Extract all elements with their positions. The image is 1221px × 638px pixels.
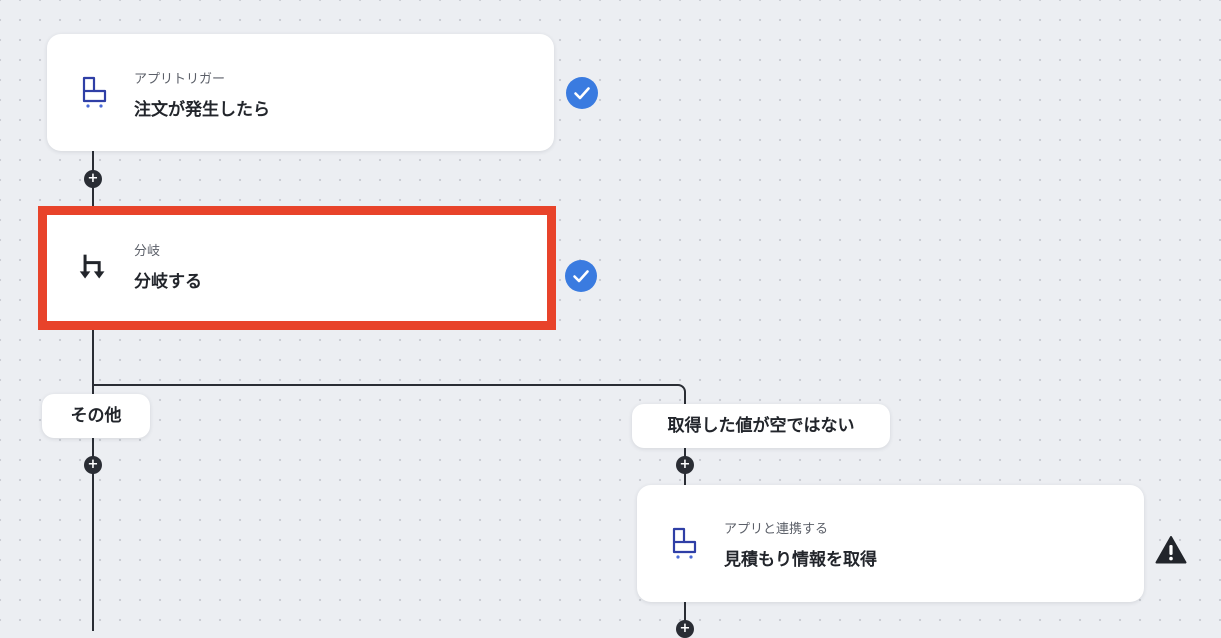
branch-status-check-badge — [565, 260, 597, 292]
plus-icon: + — [679, 621, 691, 636]
branch-label-other[interactable]: その他 — [42, 394, 150, 438]
action-step-card[interactable]: アプリと連携する 見積もり情報を取得 — [637, 485, 1144, 602]
branch-step-kind: 分岐 — [134, 244, 161, 259]
plus-icon: + — [87, 457, 99, 472]
warning-icon — [1155, 536, 1187, 564]
connector-branch-horizontal — [92, 384, 676, 386]
branch-step-card[interactable]: 分岐 分岐する — [38, 206, 556, 330]
shopping-cart-icon — [82, 76, 107, 108]
branch-icon — [79, 254, 105, 279]
flow-canvas: アプリトリガー 注文が発生したら + 分岐 分岐する その他 取得した値が空では… — [0, 0, 1221, 638]
add-step-button-after-trigger[interactable]: + — [84, 170, 102, 188]
branch-step-title: 分岐する — [134, 272, 202, 292]
action-step-title: 見積もり情報を取得 — [724, 550, 877, 570]
action-step-kind: アプリと連携する — [724, 522, 829, 537]
add-step-button-other-branch[interactable]: + — [84, 456, 102, 474]
branch-label-value-not-empty[interactable]: 取得した値が空ではない — [632, 404, 890, 448]
plus-icon: + — [87, 171, 99, 186]
add-step-button-right-branch[interactable]: + — [676, 456, 694, 474]
add-step-button-after-action[interactable]: + — [676, 620, 694, 638]
trigger-status-check-badge — [566, 77, 598, 109]
shopping-cart-icon — [672, 527, 697, 559]
check-icon — [573, 270, 589, 283]
connector-branch-main — [92, 330, 94, 631]
check-icon — [574, 87, 590, 100]
trigger-step-card[interactable]: アプリトリガー 注文が発生したら — [47, 34, 554, 151]
trigger-step-title: 注文が発生したら — [134, 100, 270, 120]
trigger-step-kind: アプリトリガー — [134, 72, 226, 87]
plus-icon: + — [679, 457, 691, 472]
